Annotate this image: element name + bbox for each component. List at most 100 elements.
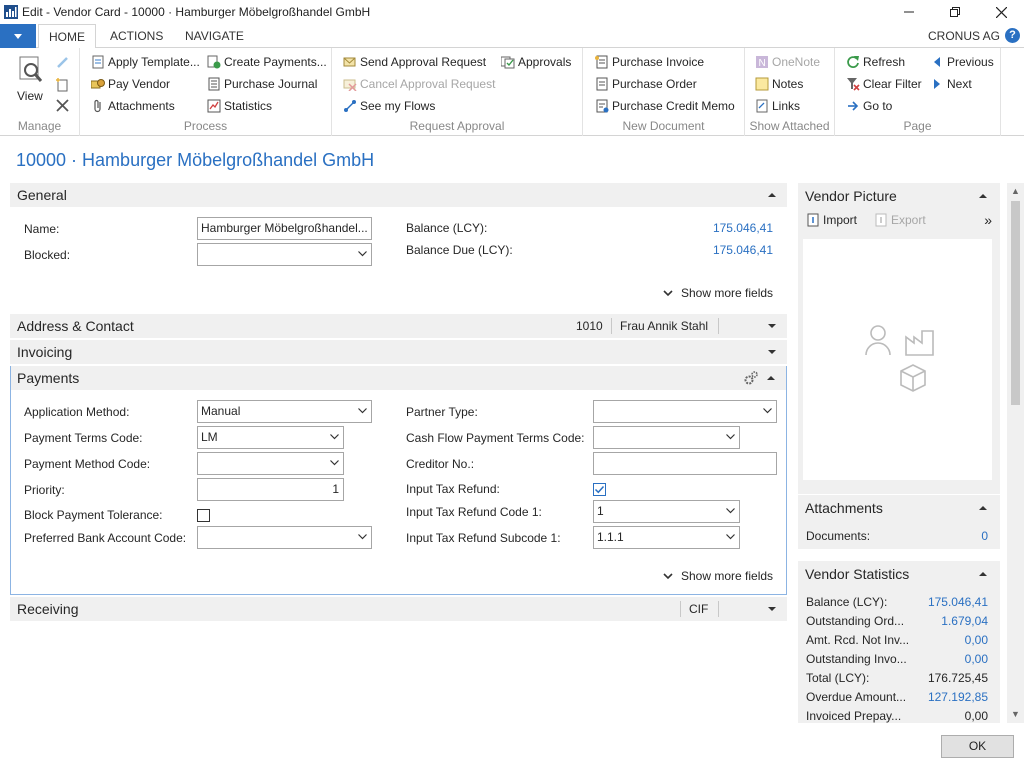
- purchase-invoice-button[interactable]: Purchase Invoice: [595, 52, 704, 72]
- import-button[interactable]: Import: [806, 213, 857, 227]
- delete-icon[interactable]: [56, 99, 69, 115]
- fasttab-invoicing[interactable]: Invoicing: [10, 340, 787, 364]
- factbox-scrollbar[interactable]: ▲ ▼: [1007, 183, 1024, 723]
- close-button[interactable]: [978, 0, 1024, 24]
- new-document-icon[interactable]: [56, 77, 69, 95]
- stat-value[interactable]: 1.679,04: [941, 614, 988, 628]
- statistics-label: Statistics: [224, 99, 273, 113]
- export-button[interactable]: Export: [874, 213, 926, 227]
- partner-type-select[interactable]: [593, 400, 777, 423]
- ribbon-tab-bar: HOME ACTIONS NAVIGATE CRONUS AG ?: [0, 24, 1024, 49]
- next-button[interactable]: Next: [930, 74, 972, 94]
- fasttab-address-contact[interactable]: Address & Contact 1010 Frau Annik Stahl: [10, 314, 787, 338]
- input-tax-refund-label: Input Tax Refund:: [406, 482, 500, 496]
- fasttab-general[interactable]: General: [10, 183, 787, 207]
- general-show-more-button[interactable]: Show more fields: [663, 286, 773, 300]
- input-tax-refund-checkbox[interactable]: [593, 483, 606, 496]
- links-button[interactable]: Links: [755, 96, 800, 116]
- svg-text:N: N: [759, 58, 766, 69]
- attachments-button[interactable]: Attachments: [91, 96, 175, 116]
- chevron-up-icon: [979, 194, 987, 198]
- see-my-flows-button[interactable]: See my Flows: [343, 96, 435, 116]
- attachments-title: Attachments: [805, 500, 883, 516]
- payment-terms-select[interactable]: LM: [197, 426, 344, 449]
- notes-button[interactable]: Notes: [755, 74, 803, 94]
- payment-method-select[interactable]: [197, 452, 344, 475]
- next-icon: [930, 77, 944, 91]
- cancel-approval-label: Cancel Approval Request: [360, 77, 496, 91]
- placeholder-image-icon: [865, 325, 934, 392]
- view-button[interactable]: View: [15, 54, 49, 110]
- purchase-journal-button[interactable]: Purchase Journal: [207, 74, 317, 94]
- chevron-down-icon: [14, 33, 22, 39]
- approvals-icon: [501, 55, 515, 69]
- clear-filter-label: Clear Filter: [863, 77, 922, 91]
- stat-value[interactable]: 0,00: [965, 652, 988, 666]
- more-actions-icon[interactable]: »: [984, 212, 992, 228]
- purchase-invoice-label: Purchase Invoice: [612, 55, 705, 69]
- input-tax-subcode-select[interactable]: 1.1.1: [593, 526, 740, 549]
- block-tolerance-checkbox[interactable]: [197, 509, 210, 522]
- scroll-up-icon[interactable]: ▲: [1011, 187, 1020, 196]
- statistics-button[interactable]: Statistics: [207, 96, 272, 116]
- help-icon[interactable]: ?: [1005, 28, 1020, 43]
- purchase-order-button[interactable]: Purchase Order: [595, 74, 697, 94]
- factbox-attachments[interactable]: Attachments: [798, 495, 1000, 521]
- priority-field[interactable]: 1: [197, 478, 344, 501]
- pay-vendor-button[interactable]: Pay Vendor: [91, 74, 170, 94]
- cash-flow-terms-select[interactable]: [593, 426, 740, 449]
- group-label-show-attached: Show Attached: [749, 119, 830, 133]
- edit-icon[interactable]: [56, 56, 69, 72]
- input-tax-code-select[interactable]: 1: [593, 500, 740, 523]
- group-label-manage: Manage: [17, 119, 62, 133]
- refresh-button[interactable]: Refresh: [846, 52, 905, 72]
- balance-due-value[interactable]: 175.046,41: [640, 243, 773, 257]
- balance-value[interactable]: 175.046,41: [640, 221, 773, 235]
- fasttab-payments[interactable]: Payments: [11, 366, 786, 390]
- stat-value[interactable]: 127.192,85: [928, 690, 988, 704]
- factbox-vendor-statistics[interactable]: Vendor Statistics: [798, 561, 1000, 587]
- clear-filter-button[interactable]: Clear Filter: [846, 74, 922, 94]
- onenote-button[interactable]: N OneNote: [755, 52, 820, 72]
- divider: [718, 318, 719, 334]
- create-payments-button[interactable]: Create Payments...: [207, 52, 327, 72]
- go-to-label: Go to: [863, 99, 893, 113]
- fasttab-general-title: General: [17, 187, 67, 203]
- stat-value[interactable]: 175.046,41: [928, 595, 988, 609]
- name-field[interactable]: Hamburger Möbelgroßhandel...: [197, 217, 372, 240]
- pay-icon: [91, 77, 105, 91]
- tab-home[interactable]: HOME: [38, 24, 96, 49]
- cash-flow-terms-label: Cash Flow Payment Terms Code:: [406, 431, 585, 445]
- go-to-button[interactable]: Go to: [846, 96, 892, 116]
- minimize-button[interactable]: [886, 0, 932, 24]
- tab-navigate[interactable]: NAVIGATE: [175, 24, 254, 49]
- creditor-no-field[interactable]: [593, 452, 777, 475]
- file-menu-button[interactable]: [0, 24, 36, 48]
- ok-button[interactable]: OK: [941, 735, 1014, 758]
- chevron-down-icon: [330, 460, 339, 466]
- scrollbar-thumb[interactable]: [1011, 201, 1020, 405]
- factbox-vendor-picture[interactable]: Vendor Picture: [798, 183, 1000, 209]
- scroll-down-icon[interactable]: ▼: [1011, 710, 1020, 719]
- payments-show-more-button[interactable]: Show more fields: [663, 569, 773, 583]
- gears-icon[interactable]: [743, 370, 759, 386]
- priority-label: Priority:: [24, 483, 65, 497]
- tab-actions[interactable]: ACTIONS: [100, 24, 173, 49]
- company-name[interactable]: CRONUS AG: [928, 29, 1000, 43]
- purchase-credit-memo-button[interactable]: Purchase Credit Memo: [595, 96, 735, 116]
- send-approval-request-button[interactable]: Send Approval Request: [343, 52, 486, 72]
- application-method-select[interactable]: Manual: [197, 400, 372, 423]
- fasttab-address-title: Address & Contact: [17, 318, 134, 334]
- apply-template-button[interactable]: Apply Template...: [91, 52, 200, 72]
- previous-button[interactable]: Previous: [930, 52, 994, 72]
- restore-button[interactable]: [932, 0, 978, 24]
- cancel-approval-request-button[interactable]: Cancel Approval Request: [343, 74, 495, 94]
- preferred-bank-select[interactable]: [197, 526, 372, 549]
- blocked-select[interactable]: [197, 243, 372, 266]
- approvals-button[interactable]: Approvals: [501, 52, 571, 72]
- documents-count[interactable]: 0: [981, 529, 988, 543]
- group-label-request-approval: Request Approval: [409, 119, 505, 133]
- stat-value[interactable]: 0,00: [965, 633, 988, 647]
- fasttab-receiving[interactable]: Receiving CIF: [10, 597, 787, 621]
- onenote-icon: N: [755, 55, 769, 69]
